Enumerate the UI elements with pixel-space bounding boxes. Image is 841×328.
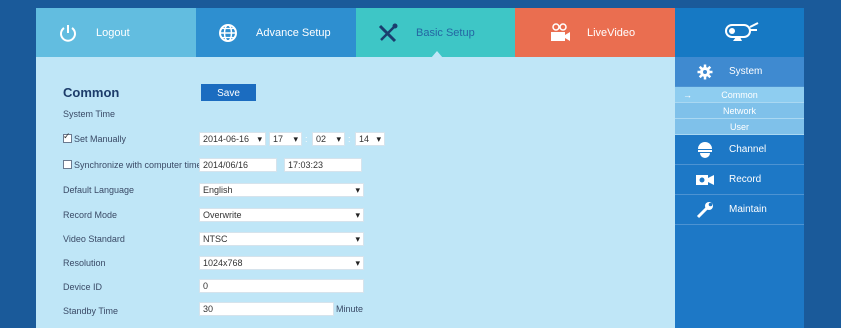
sync-date-value: 2014/06/16 (203, 160, 249, 170)
record-camera-icon (695, 174, 715, 186)
top-nav: Logout Advance Setup Basic Setup LiveVid… (36, 8, 804, 58)
device-id-value: 0 (203, 281, 209, 291)
dome-camera-icon (695, 141, 715, 159)
side-subitem-common[interactable]: → Common (675, 87, 804, 103)
side-subitem-user[interactable]: User (675, 119, 804, 135)
tab-basic-setup-label: Basic Setup (416, 26, 475, 39)
wrench-icon (695, 201, 715, 219)
device-id-label: Device ID (63, 282, 103, 292)
side-item-channel-label: Channel (729, 144, 767, 155)
side-item-maintain-label: Maintain (729, 204, 767, 215)
side-item-maintain[interactable]: Maintain (675, 195, 804, 225)
tab-advance-setup-label: Advance Setup (256, 26, 331, 39)
set-manually-checkbox[interactable] (63, 131, 72, 143)
camera-logo-icon (720, 20, 760, 45)
device-id-input[interactable]: 0 (199, 279, 364, 293)
power-icon (54, 23, 82, 43)
standby-time-value: 30 (203, 304, 214, 314)
sync-date-field: 2014/06/16 (199, 158, 277, 172)
resolution-select[interactable]: 1024x768 (199, 256, 364, 270)
tab-advance-setup[interactable]: Advance Setup (196, 8, 356, 57)
side-menu: System → Common Network User Channel Rec… (675, 57, 804, 328)
system-time-label: System Time (63, 109, 116, 119)
record-mode-select[interactable]: Overwrite (199, 208, 364, 222)
language-select[interactable]: English (199, 183, 364, 197)
set-manually-row: Set Manually (63, 131, 127, 144)
side-subitem-common-label: Common (721, 90, 758, 100)
side-subitem-network[interactable]: Network (675, 103, 804, 119)
sync-label: Synchronize with computer time (74, 160, 202, 170)
language-value: English (203, 185, 233, 195)
tab-live-video[interactable]: LiveVideo (515, 8, 675, 57)
side-item-record[interactable]: Record (675, 165, 804, 195)
sync-row: Synchronize with computer time (63, 160, 202, 170)
side-subitem-network-label: Network (722, 106, 756, 116)
side-subitem-user-label: User (729, 122, 749, 132)
standby-time-input[interactable]: 30 (199, 302, 334, 316)
resolution-value: 1024x768 (203, 258, 243, 268)
second-select[interactable]: 14 (355, 132, 385, 146)
language-label: Default Language (63, 185, 135, 195)
hour-value: 17 (273, 134, 284, 144)
globe-icon (214, 23, 242, 43)
standby-time-label: Standby Time (63, 306, 119, 316)
time-separator: : (348, 134, 351, 144)
side-item-channel[interactable]: Channel (675, 135, 804, 165)
side-item-system[interactable]: System (675, 57, 804, 87)
save-button[interactable]: Save (201, 84, 256, 101)
second-value: 14 (359, 134, 370, 144)
brand-logo (675, 8, 804, 57)
arrow-right-icon: → (683, 90, 692, 100)
common-settings-panel: Common Save System Time Set Manually 201… (36, 57, 675, 328)
video-camera-icon (545, 22, 573, 44)
hour-select[interactable]: 17 (269, 132, 302, 146)
side-item-system-label: System (729, 66, 763, 77)
tab-basic-setup[interactable]: Basic Setup (356, 8, 515, 58)
minute-unit-label: Minute (336, 304, 364, 314)
video-standard-label: Video Standard (63, 234, 125, 244)
video-standard-value: NTSC (203, 234, 228, 244)
sync-time-value: 17:03:23 (288, 160, 324, 170)
tab-live-video-label: LiveVideo (587, 26, 636, 39)
tab-logout-label: Logout (96, 26, 130, 39)
minute-select[interactable]: 02 (312, 132, 345, 146)
tab-logout[interactable]: Logout (36, 8, 196, 57)
sync-checkbox[interactable] (63, 160, 72, 169)
gear-icon (695, 64, 715, 80)
record-mode-value: Overwrite (203, 210, 242, 220)
date-select[interactable]: 2014-06-16 (199, 132, 266, 146)
date-value: 2014-06-16 (203, 134, 250, 144)
set-manually-label: Set Manually (74, 134, 127, 144)
settings-frame: Logout Advance Setup Basic Setup LiveVid… (36, 8, 804, 328)
tools-icon (374, 23, 402, 43)
time-separator: : (305, 134, 308, 144)
record-mode-label: Record Mode (63, 210, 118, 220)
minute-value: 02 (316, 134, 327, 144)
video-standard-select[interactable]: NTSC (199, 232, 364, 246)
side-item-record-label: Record (729, 174, 762, 185)
page-title: Common (63, 85, 120, 100)
resolution-label: Resolution (63, 258, 106, 268)
sync-time-field: 17:03:23 (284, 158, 362, 172)
